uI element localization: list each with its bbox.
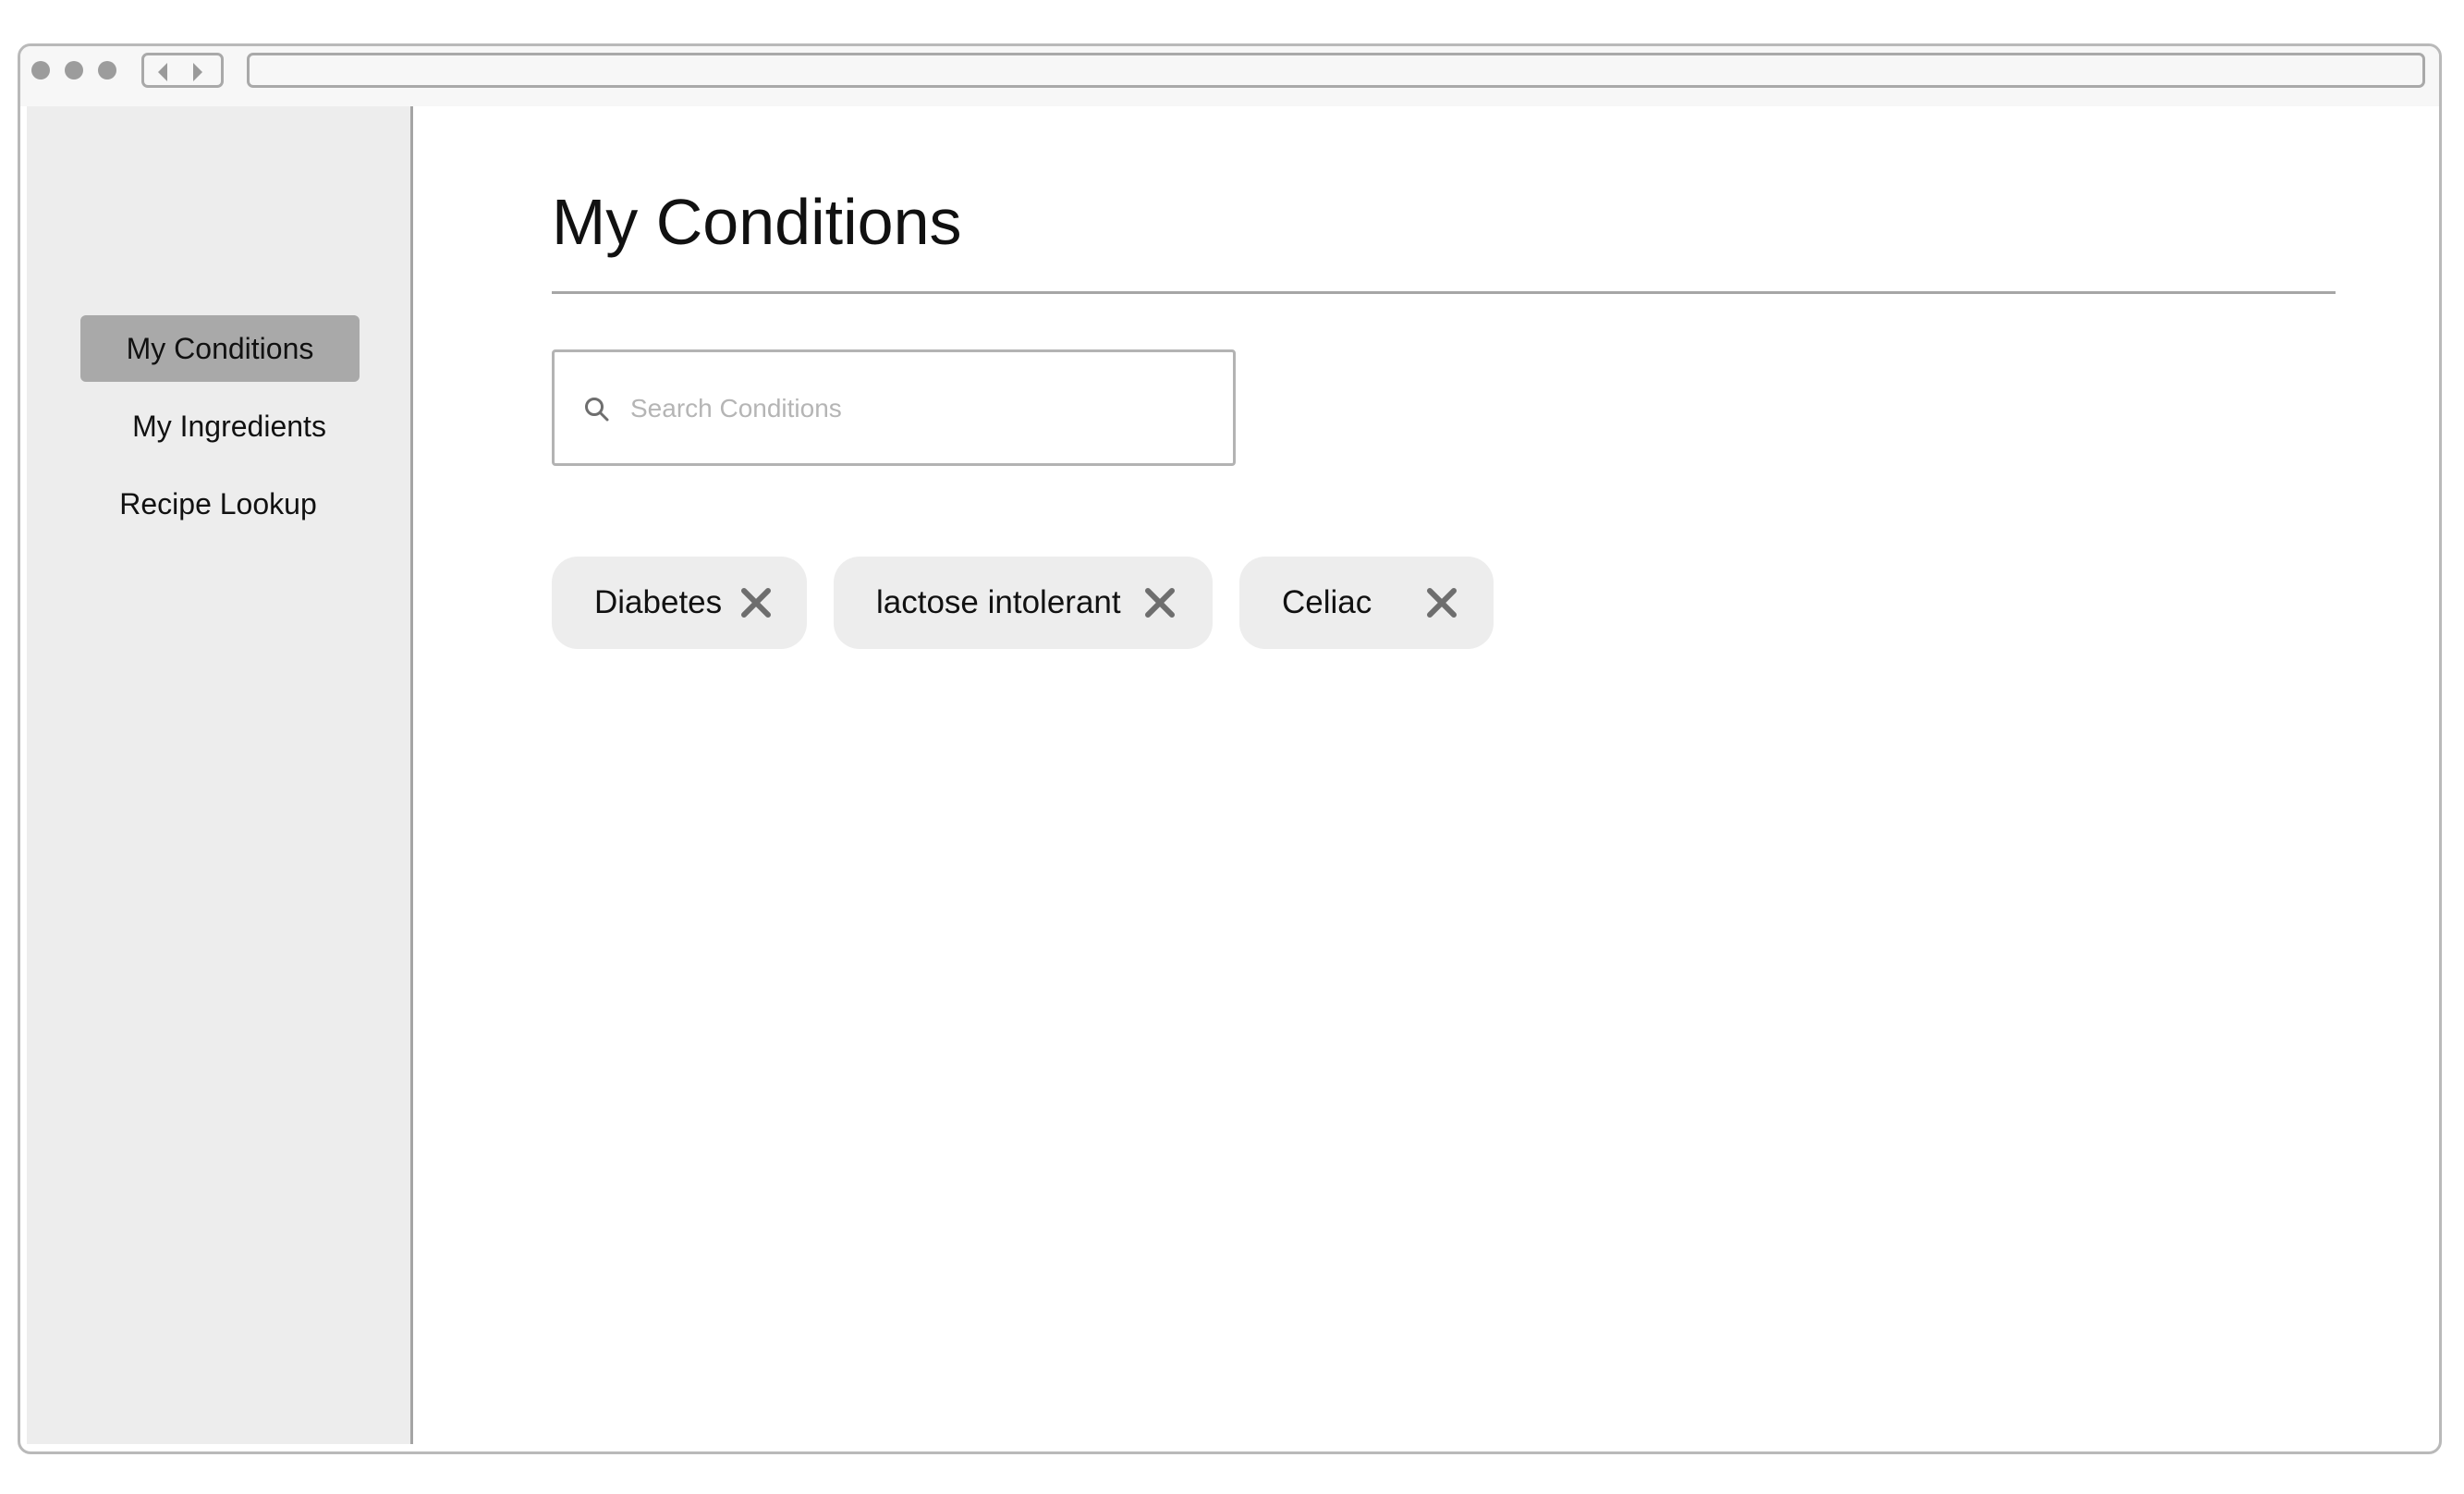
history-nav xyxy=(141,53,224,88)
condition-chip: Diabetes xyxy=(552,557,807,649)
sidebar: My Conditions My Ingredients Recipe Look… xyxy=(27,106,413,1444)
sidebar-item-label: My Conditions xyxy=(126,332,314,365)
chip-label: lactose intolerant xyxy=(876,584,1121,620)
chevron-left-icon[interactable] xyxy=(148,61,179,83)
search-input[interactable] xyxy=(628,380,1205,437)
window-close-dot[interactable] xyxy=(31,61,50,80)
close-icon[interactable] xyxy=(1142,585,1177,620)
close-icon[interactable] xyxy=(738,585,774,620)
browser-window: My Conditions My Ingredients Recipe Look… xyxy=(18,43,2442,1454)
browser-titlebar xyxy=(20,46,2439,106)
sidebar-item-label: My Ingredients xyxy=(132,410,326,443)
condition-chip: lactose intolerant xyxy=(834,557,1213,649)
main-content: My Conditions Diabetes lactose intoleran… xyxy=(413,106,2439,1451)
sidebar-item-recipe-lookup[interactable]: Recipe Lookup xyxy=(79,471,358,537)
condition-chip: Celiac xyxy=(1239,557,1494,649)
window-minimize-dot[interactable] xyxy=(65,61,83,80)
sidebar-item-label: Recipe Lookup xyxy=(119,487,317,520)
sidebar-item-my-ingredients[interactable]: My Ingredients xyxy=(90,393,369,459)
chip-label: Celiac xyxy=(1282,584,1372,620)
chevron-right-icon[interactable] xyxy=(181,61,213,83)
search-icon xyxy=(585,398,609,422)
window-maximize-dot[interactable] xyxy=(98,61,116,80)
close-icon[interactable] xyxy=(1424,585,1459,620)
chip-label: Diabetes xyxy=(594,584,723,620)
page-title: My Conditions xyxy=(552,186,962,258)
search-field[interactable] xyxy=(552,349,1236,466)
title-divider xyxy=(552,291,2336,294)
address-bar[interactable] xyxy=(247,53,2425,88)
sidebar-item-my-conditions[interactable]: My Conditions xyxy=(80,315,360,382)
